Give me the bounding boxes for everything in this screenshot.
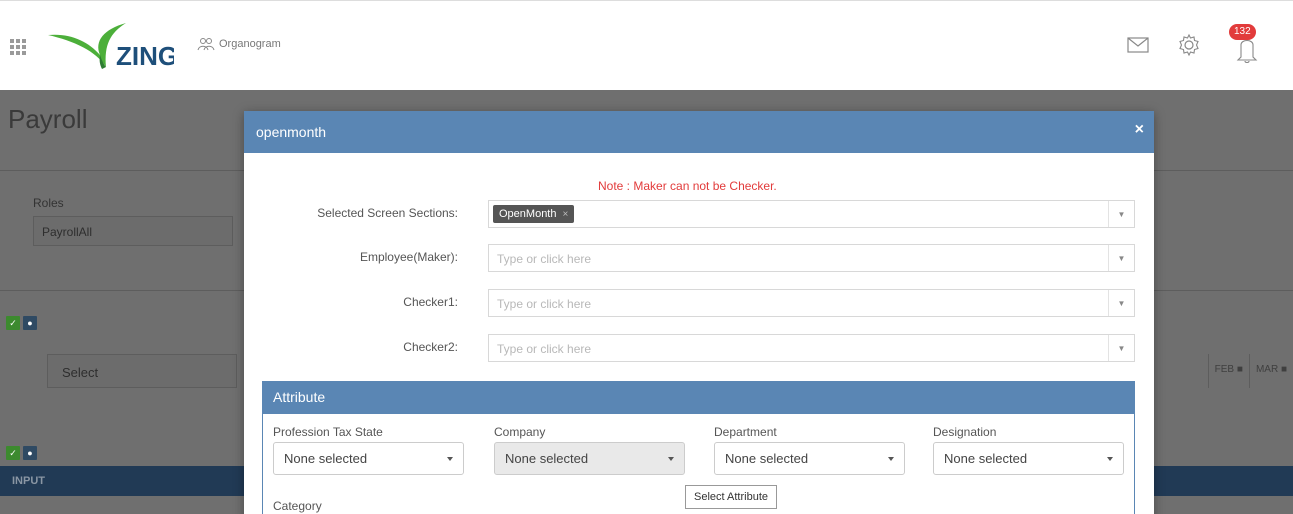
checker2-row: Checker2: Type or click here ▼ xyxy=(244,334,1154,362)
month-tabs: FEB ■ MAR ■ xyxy=(1207,354,1293,388)
modal-header: openmonth × xyxy=(244,111,1154,153)
gear-icon[interactable] xyxy=(1177,33,1201,57)
remove-tag-icon[interactable]: × xyxy=(562,209,568,220)
profession-tax-state-field: Profession Tax State None selected xyxy=(273,425,464,475)
roles-select[interactable]: PayrollAll xyxy=(33,216,233,246)
chevron-down-icon[interactable]: ▼ xyxy=(1108,245,1134,271)
profession-tax-state-label: Profession Tax State xyxy=(273,425,383,439)
month-tab-feb[interactable]: FEB ■ xyxy=(1207,354,1249,388)
organogram-link[interactable]: Organogram xyxy=(197,37,281,51)
openmonth-modal: openmonth × Note : Maker can not be Chec… xyxy=(244,111,1154,514)
close-icon[interactable]: × xyxy=(1135,121,1144,139)
checker2-label: Checker2: xyxy=(403,340,458,354)
company-field: Company None selected xyxy=(494,425,685,475)
lock-icon: ■ xyxy=(1236,364,1243,375)
designation-label: Designation xyxy=(933,425,997,439)
caret-down-icon xyxy=(888,457,894,461)
check-button[interactable]: ✓ xyxy=(6,316,20,330)
notification-badge: 132 xyxy=(1229,24,1256,40)
toolbar-buttons: ✓ ● xyxy=(6,316,37,330)
attribute-title: Attribute xyxy=(263,382,1134,414)
department-field: Department None selected xyxy=(714,425,905,475)
checker1-placeholder: Type or click here xyxy=(497,297,592,311)
profession-tax-state-select[interactable]: None selected xyxy=(273,442,464,475)
zing-logo[interactable]: ZING xyxy=(44,21,174,71)
month-tab-mar[interactable]: MAR ■ xyxy=(1248,354,1293,388)
people-icon xyxy=(197,38,215,51)
department-select[interactable]: None selected xyxy=(714,442,905,475)
section-tag: OpenMonth × xyxy=(493,205,575,223)
company-select[interactable]: None selected xyxy=(494,442,685,475)
designation-select[interactable]: None selected xyxy=(933,442,1124,475)
settings-button[interactable]: ● xyxy=(23,316,37,330)
company-label: Company xyxy=(494,425,546,439)
settings-button[interactable]: ● xyxy=(23,446,37,460)
modal-title: openmonth xyxy=(256,124,327,140)
sections-multiselect[interactable]: OpenMonth × ▼ xyxy=(488,200,1135,228)
caret-down-icon xyxy=(668,457,674,461)
sections-label: Selected Screen Sections: xyxy=(317,206,458,220)
maker-label: Employee(Maker): xyxy=(359,250,458,264)
maker-checker-note: Note : Maker can not be Checker. xyxy=(598,179,777,193)
chevron-down-icon[interactable]: ▼ xyxy=(1108,201,1134,227)
notifications[interactable]: 132 xyxy=(1229,24,1263,63)
checker2-input[interactable]: Type or click here ▼ xyxy=(488,334,1135,362)
caret-down-icon xyxy=(1107,457,1113,461)
check-button[interactable]: ✓ xyxy=(6,446,20,460)
maker-row: Employee(Maker): Type or click here ▼ xyxy=(244,244,1154,272)
sections-row: Selected Screen Sections: OpenMonth × ▼ xyxy=(244,200,1154,228)
mail-icon[interactable] xyxy=(1127,37,1149,53)
select-dropdown[interactable]: Select xyxy=(47,354,237,388)
roles-label: Roles xyxy=(33,196,64,210)
apps-grid-icon[interactable] xyxy=(10,39,26,55)
designation-field: Designation None selected xyxy=(933,425,1124,475)
chevron-down-icon[interactable]: ▼ xyxy=(1108,335,1134,361)
maker-input[interactable]: Type or click here ▼ xyxy=(488,244,1135,272)
caret-down-icon xyxy=(447,457,453,461)
department-label: Department xyxy=(714,425,777,439)
maker-placeholder: Type or click here xyxy=(497,252,592,266)
lock-icon: ■ xyxy=(1280,364,1287,375)
checker1-input[interactable]: Type or click here ▼ xyxy=(488,289,1135,317)
category-label: Category xyxy=(273,499,322,513)
select-attribute-button[interactable]: Select Attribute xyxy=(685,485,777,509)
top-navbar: ZING Organogram 132 xyxy=(0,0,1293,90)
checker2-placeholder: Type or click here xyxy=(497,342,592,356)
chevron-down-icon[interactable]: ▼ xyxy=(1108,290,1134,316)
attribute-panel: Attribute Profession Tax State None sele… xyxy=(262,381,1135,514)
checker1-label: Checker1: xyxy=(403,295,458,309)
toolbar-buttons: ✓ ● xyxy=(6,446,37,460)
category-field: Category xyxy=(273,499,464,514)
checker1-row: Checker1: Type or click here ▼ xyxy=(244,289,1154,317)
organogram-label: Organogram xyxy=(219,38,281,50)
svg-text:ZING: ZING xyxy=(116,41,174,71)
page-title: Payroll xyxy=(8,104,88,134)
